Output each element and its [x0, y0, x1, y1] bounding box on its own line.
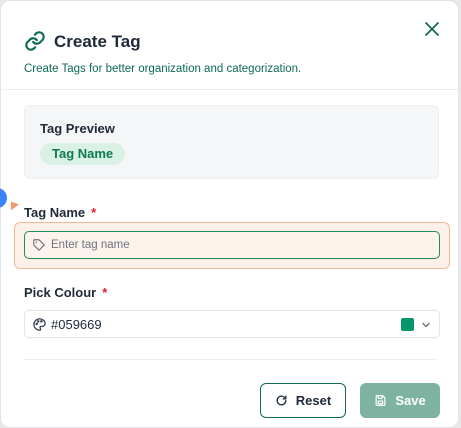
close-icon[interactable]: [422, 19, 442, 39]
reset-button[interactable]: Reset: [260, 383, 346, 418]
dialog-title: Create Tag: [54, 32, 141, 51]
rotate-icon: [276, 395, 287, 406]
tag-name-input[interactable]: Enter tag name: [24, 231, 440, 259]
tag-name-label: Tag Name *: [24, 205, 96, 220]
tag-preview-chip: Tag Name: [40, 143, 126, 165]
chevron-down-icon: [422, 322, 430, 328]
header-divider: [1, 89, 458, 90]
tag-preview-title: Tag Preview: [40, 121, 115, 136]
save-icon: [375, 395, 386, 406]
save-label: Save: [395, 393, 426, 408]
palette-icon: [33, 318, 46, 331]
required-mark: *: [102, 285, 108, 300]
save-button[interactable]: Save: [360, 383, 440, 418]
tag-icon: [33, 239, 45, 251]
link-icon: [25, 31, 45, 51]
tag-name-label-text: Tag Name: [24, 205, 86, 220]
colour-label: Pick Colour *: [24, 285, 107, 300]
footer-divider: [24, 359, 438, 360]
required-mark: *: [91, 205, 97, 220]
colour-value: #059669: [51, 317, 102, 332]
reset-label: Reset: [295, 393, 332, 408]
colour-label-text: Pick Colour: [24, 285, 97, 300]
dialog-subtitle: Create Tags for better organization and …: [24, 63, 302, 75]
colour-select[interactable]: #059669: [24, 310, 440, 338]
tag-name-placeholder: Enter tag name: [51, 239, 130, 251]
tag-preview-panel: Tag Preview Tag Name: [24, 105, 439, 179]
colour-swatch: [401, 318, 414, 331]
create-tag-dialog: Create Tag Create Tags for better organi…: [0, 0, 459, 428]
